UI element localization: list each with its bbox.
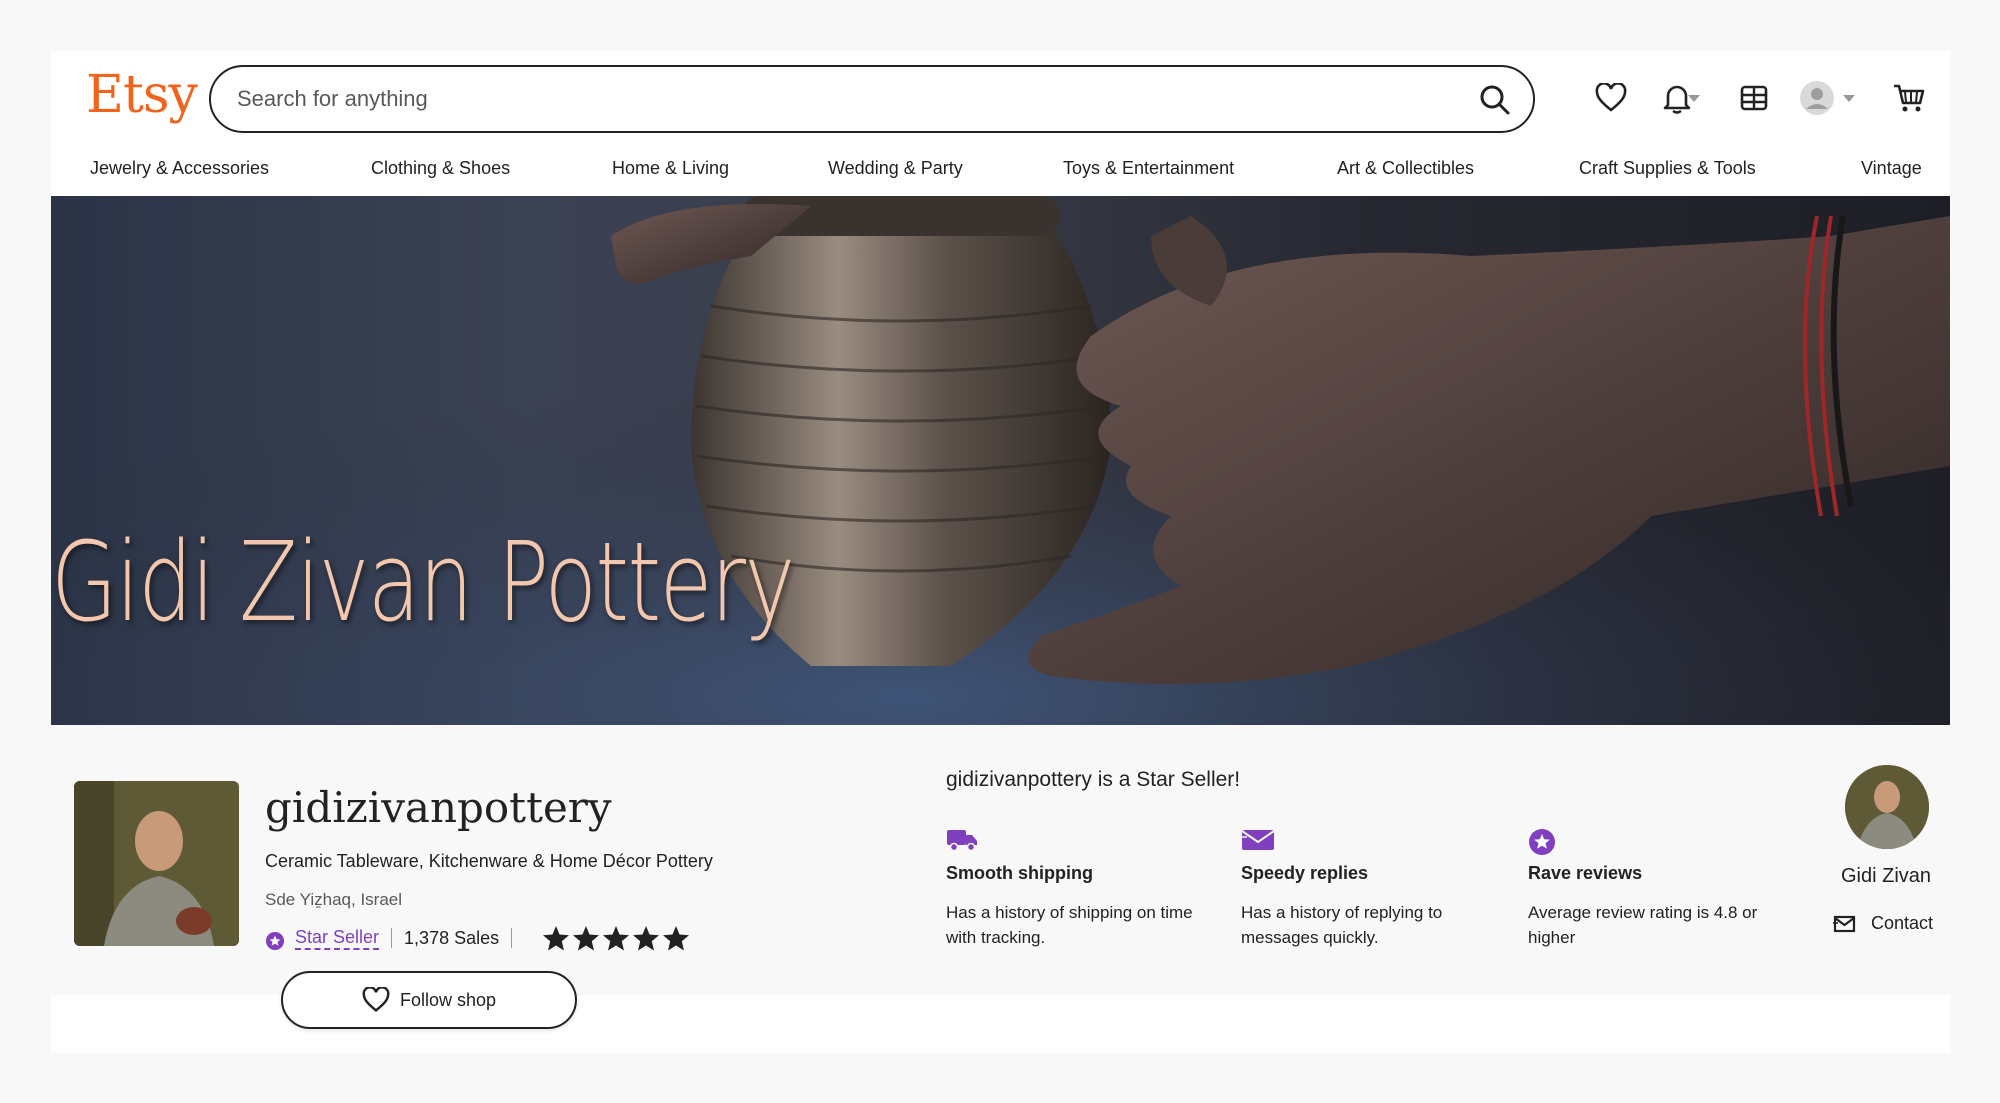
star-seller-link[interactable]: Star Seller [295, 927, 380, 950]
category-art[interactable]: Art & Collectibles [1337, 158, 1474, 179]
follow-shop-label: Follow shop [399, 989, 497, 1010]
rating-stars[interactable] [542, 925, 690, 952]
shop-owner-photo [74, 781, 239, 946]
feature-description: Has a history of replying to messages qu… [1241, 903, 1443, 947]
contact-label: Contact [1871, 913, 1934, 933]
owner-name: Gidi Zivan [1841, 865, 1932, 887]
search-bar[interactable] [209, 65, 1535, 133]
feature-title: Rave reviews [1528, 863, 1643, 883]
banner-title: Gidi Zivan Pottery [51, 518, 795, 646]
star-icon [603, 925, 630, 950]
shop-info-section: gidizivanpottery Ceramic Tableware, Kitc… [51, 725, 1950, 1029]
shop-description: Ceramic Tableware, Kitchenware & Home Dé… [265, 851, 713, 871]
user-avatar-icon[interactable] [1797, 78, 1837, 118]
star-icon [573, 925, 600, 950]
feature-title: Speedy replies [1241, 863, 1369, 883]
category-home-living[interactable]: Home & Living [612, 158, 729, 179]
star-icon [633, 925, 660, 950]
shop-banner: Gidi Zivan Pottery [51, 196, 1950, 725]
star-seller-badge-icon [265, 931, 285, 951]
category-nav: Jewelry & Accessories Clothing & Shoes H… [51, 154, 1950, 194]
bell-dropdown-caret-icon[interactable] [1688, 95, 1700, 102]
owner-photo [1845, 765, 1929, 849]
category-wedding-party[interactable]: Wedding & Party [828, 158, 963, 179]
etsy-logo[interactable]: Etsy [86, 65, 198, 125]
feature-rave-reviews: Rave reviews Average review rating is 4.… [1528, 827, 1798, 950]
mail-icon [1833, 915, 1856, 932]
star-icon [663, 925, 690, 950]
etsy-shop-page: Etsy Jewelry & Accessories Clothing & Sh… [51, 51, 1950, 1053]
gift-icon[interactable] [1734, 78, 1774, 118]
truck-icon [946, 827, 1216, 857]
shop-name: gidizivanpottery [265, 783, 612, 832]
category-toys[interactable]: Toys & Entertainment [1063, 158, 1234, 179]
category-clothing[interactable]: Clothing & Shoes [371, 158, 510, 179]
follow-shop-button[interactable]: Follow shop [281, 971, 577, 1029]
heart-icon[interactable] [1591, 78, 1631, 118]
shop-location: Sde Yiẕhaq, Israel [265, 890, 403, 909]
category-jewelry[interactable]: Jewelry & Accessories [90, 158, 269, 179]
feature-description: Average review rating is 4.8 or higher [1528, 903, 1758, 947]
star-badge-icon [1528, 827, 1798, 857]
star-seller-heading: gidizivanpottery is a Star Seller! [946, 768, 1241, 791]
feature-description: Has a history of shipping on time with t… [946, 903, 1193, 947]
user-dropdown-caret-icon[interactable] [1843, 95, 1855, 102]
owner-avatar[interactable] [1845, 765, 1929, 849]
feature-title: Smooth shipping [946, 863, 1093, 883]
shop-avatar[interactable] [74, 781, 239, 946]
cart-icon[interactable] [1889, 78, 1929, 118]
divider [391, 928, 393, 948]
search-icon[interactable] [1477, 82, 1513, 118]
sales-count: 1,378 Sales [404, 927, 500, 948]
shop-stats: Star Seller 1,378 Sales [265, 923, 690, 953]
feature-speedy-replies: Speedy replies Has a history of replying… [1241, 827, 1511, 950]
contact-button[interactable]: Contact [1833, 913, 1933, 934]
category-craft-supplies[interactable]: Craft Supplies & Tools [1579, 158, 1756, 179]
category-vintage[interactable]: Vintage [1861, 158, 1922, 179]
search-input[interactable] [237, 77, 1437, 121]
feature-smooth-shipping: Smooth shipping Has a history of shippin… [946, 827, 1216, 950]
star-icon [543, 925, 570, 950]
heart-icon [362, 987, 390, 1012]
divider [511, 928, 513, 948]
envelope-icon [1241, 827, 1511, 857]
